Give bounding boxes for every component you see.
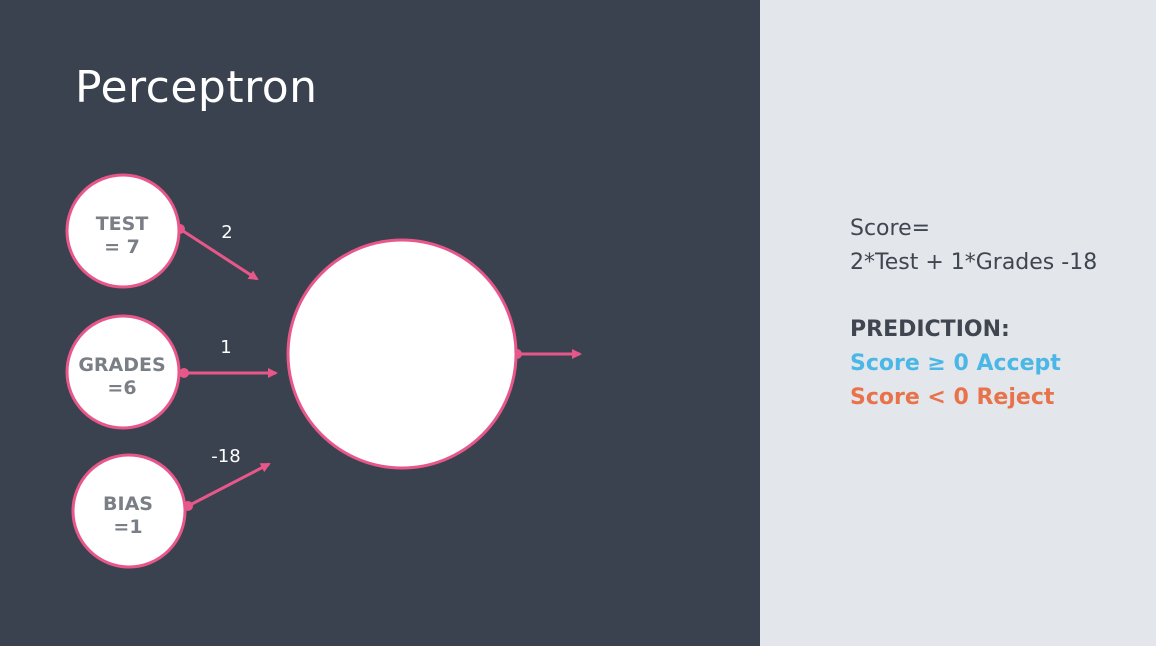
score-block: Score= 2*Test + 1*Grades -18 [850, 212, 1150, 280]
edge-bias [187, 462, 271, 508]
weight-test: 2 [221, 222, 232, 243]
reject-rule: Score < 0 Reject [850, 385, 1055, 410]
slide: Perceptron TEST = 7 GRADES =6 BIAS =1 2 … [0, 0, 1156, 646]
score-formula: 2*Test + 1*Grades -18 [850, 250, 1098, 275]
weight-bias: -18 [211, 446, 240, 467]
neuron-node [286, 238, 518, 470]
accept-rule: Score ≥ 0 Accept [850, 351, 1061, 376]
node-test-label-line2: = 7 [104, 236, 140, 258]
weight-grades: 1 [220, 337, 231, 358]
node-bias-label-line1: BIAS [103, 493, 153, 515]
node-bias-label-line2: =1 [113, 516, 142, 538]
node-grades-label-line1: GRADES [78, 354, 165, 376]
edge-test [179, 227, 259, 281]
prediction-heading: PREDICTION: [850, 317, 1010, 342]
score-label: Score= [850, 216, 931, 241]
node-grades-label-line2: =6 [107, 377, 136, 399]
prediction-block: PREDICTION: Score ≥ 0 Accept Score < 0 R… [850, 313, 1150, 415]
perceptron-diagram: TEST = 7 GRADES =6 BIAS =1 2 1 -18 [65, 173, 582, 569]
edge-grades-start-dot [179, 368, 189, 378]
node-test-label-line1: TEST [96, 213, 149, 235]
